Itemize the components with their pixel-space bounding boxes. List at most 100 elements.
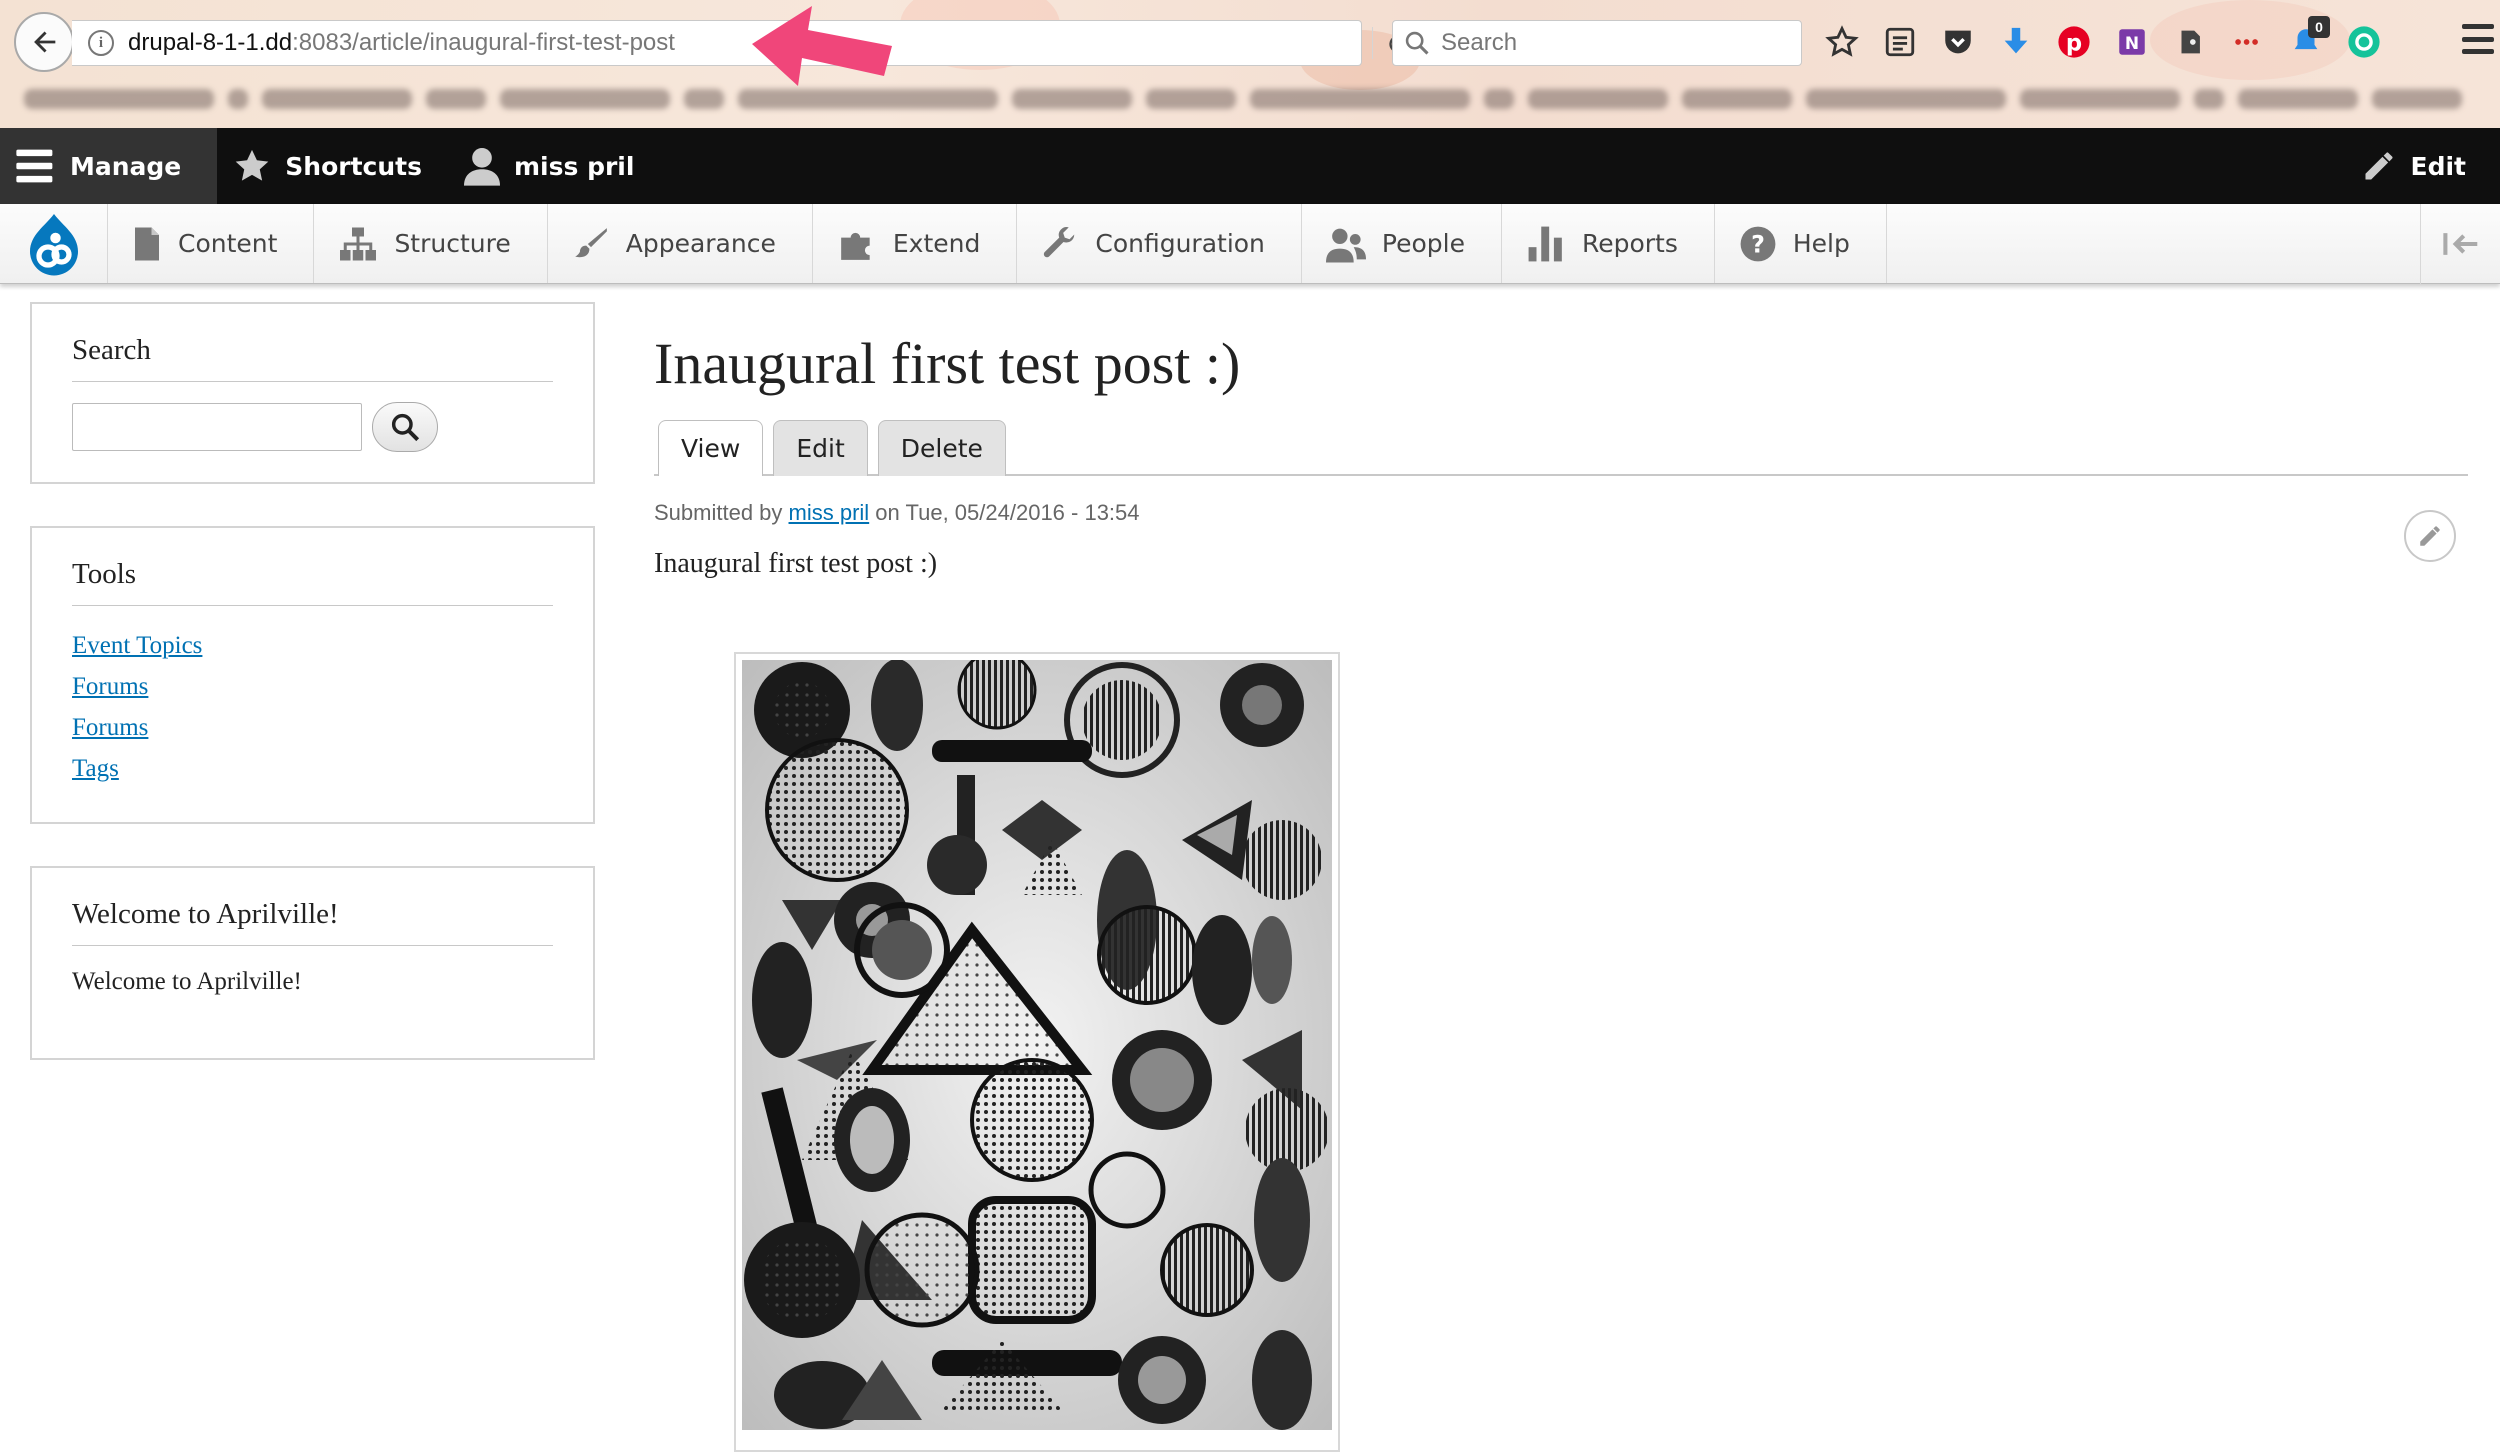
welcome-block-body: Welcome to Aprilville! bbox=[72, 968, 302, 995]
annotation-arrow-icon bbox=[752, 6, 892, 86]
browser-search-bar[interactable] bbox=[1392, 20, 1802, 66]
tools-link-tags[interactable]: Tags bbox=[72, 755, 119, 782]
search-icon bbox=[1405, 31, 1429, 55]
tray-item-content[interactable]: Content bbox=[108, 204, 315, 283]
tab-delete[interactable]: Delete bbox=[877, 420, 1006, 476]
tray-item-reports[interactable]: Reports bbox=[1502, 204, 1715, 283]
submitted-date: on Tue, 05/24/2016 - 13:54 bbox=[869, 500, 1140, 525]
pinterest-icon[interactable]: p bbox=[2054, 22, 2094, 62]
list-item: Forums bbox=[72, 673, 553, 714]
tools-block: Tools Event Topics Forums Forums Tags bbox=[30, 526, 595, 824]
onenote-icon[interactable]: N bbox=[2112, 22, 2152, 62]
drupal-drop-icon bbox=[29, 213, 78, 275]
download-icon[interactable] bbox=[1996, 22, 2036, 62]
grammarly-icon[interactable] bbox=[2344, 22, 2384, 62]
tray-item-help[interactable]: ? Help bbox=[1715, 204, 1887, 283]
tools-menu: Event Topics Forums Forums Tags bbox=[72, 632, 553, 796]
search-submit-button[interactable] bbox=[372, 402, 438, 452]
back-button[interactable] bbox=[14, 12, 74, 72]
tray-item-label: People bbox=[1381, 229, 1465, 258]
browser-toolbar: i drupal-8-1-1.dd:8083/article/inaugural… bbox=[0, 0, 2500, 128]
shortcuts-tab[interactable]: Shortcuts bbox=[217, 128, 448, 204]
tray-item-extend[interactable]: Extend bbox=[813, 204, 1018, 283]
edit-mode-button[interactable]: Edit bbox=[2345, 128, 2500, 204]
people-icon bbox=[1325, 228, 1366, 262]
svg-text:p: p bbox=[2066, 31, 2082, 57]
svg-text:?: ? bbox=[1751, 230, 1765, 258]
active-tab-gap bbox=[659, 474, 757, 476]
url-text[interactable]: drupal-8-1-1.dd:8083/article/inaugural-f… bbox=[128, 29, 675, 57]
wrench-icon bbox=[1044, 226, 1075, 257]
tray-item-label: Reports bbox=[1581, 229, 1678, 258]
browser-menu-icon[interactable] bbox=[2462, 24, 2494, 54]
submitted-info: Submitted by miss pril on Tue, 05/24/201… bbox=[654, 500, 1140, 526]
list-item: Event Topics bbox=[72, 632, 553, 673]
url-path: :8083/article/inaugural-first-test-post bbox=[292, 29, 675, 56]
pencil-icon bbox=[2420, 526, 2440, 546]
article-image-diatoms[interactable] bbox=[742, 660, 1332, 1430]
lastpass-icon[interactable] bbox=[2228, 22, 2268, 62]
search-block: Search bbox=[30, 302, 595, 484]
sidebar-search-input[interactable] bbox=[72, 403, 362, 451]
page-title: Inaugural first test post :) bbox=[654, 331, 1241, 396]
browser-search-input[interactable] bbox=[1441, 23, 1781, 63]
contextual-edit-button[interactable] bbox=[2404, 510, 2456, 562]
bookmark-star-icon[interactable] bbox=[1822, 22, 1862, 62]
tray-item-label: Content bbox=[178, 229, 278, 258]
info-icon[interactable]: i bbox=[88, 30, 114, 56]
address-bar[interactable]: i drupal-8-1-1.dd:8083/article/inaugural… bbox=[72, 20, 1407, 66]
tray-item-label: Extend bbox=[892, 229, 981, 258]
bar-chart-icon bbox=[1528, 226, 1562, 261]
pocket-icon[interactable] bbox=[1938, 22, 1978, 62]
tray-item-label: Configuration bbox=[1095, 229, 1265, 258]
tools-link-forums-2[interactable]: Forums bbox=[72, 714, 148, 741]
tray-item-label: Appearance bbox=[625, 229, 776, 258]
drupal-logo[interactable] bbox=[0, 204, 108, 283]
user-label: miss pril bbox=[514, 151, 635, 181]
tab-edit[interactable]: Edit bbox=[773, 420, 868, 476]
tray-item-people[interactable]: People bbox=[1302, 204, 1502, 283]
shortcuts-label: Shortcuts bbox=[285, 151, 422, 181]
tray-item-appearance[interactable]: Appearance bbox=[548, 204, 813, 283]
list-item: Tags bbox=[72, 755, 553, 796]
file-icon bbox=[135, 227, 159, 260]
url-divider bbox=[1372, 27, 1373, 59]
tools-block-title: Tools bbox=[72, 528, 553, 606]
notification-badge: 0 bbox=[2308, 16, 2330, 38]
url-host: drupal-8-1-1.dd bbox=[128, 29, 293, 56]
welcome-block: Welcome to Aprilville! Welcome to Aprilv… bbox=[30, 866, 595, 1060]
manage-label: Manage bbox=[70, 151, 182, 181]
notification-icon[interactable]: 0 bbox=[2286, 16, 2330, 62]
pencil-icon bbox=[2365, 152, 2392, 180]
admin-toolbar: Manage Shortcuts miss pril Edit bbox=[0, 128, 2500, 204]
author-link[interactable]: miss pril bbox=[789, 500, 870, 525]
bookmarks-bar bbox=[0, 76, 2500, 122]
tray-item-label: Help bbox=[1792, 229, 1850, 258]
collapse-left-icon bbox=[2442, 233, 2477, 255]
tray-item-label: Structure bbox=[394, 229, 511, 258]
sitemap-icon bbox=[340, 227, 377, 260]
arrow-left-icon bbox=[34, 31, 56, 53]
help-icon: ? bbox=[1740, 226, 1776, 261]
tray-item-structure[interactable]: Structure bbox=[314, 204, 548, 283]
diatoms-illustration bbox=[742, 660, 1332, 1430]
tray-orientation-toggle[interactable] bbox=[2420, 204, 2500, 284]
tools-link-forums[interactable]: Forums bbox=[72, 673, 148, 700]
browser-extension-icons: p N 0 bbox=[1822, 16, 2384, 68]
puzzle-icon bbox=[841, 232, 870, 260]
user-tab[interactable]: miss pril bbox=[448, 128, 660, 204]
svg-text:N: N bbox=[2125, 34, 2139, 54]
list-item: Forums bbox=[72, 714, 553, 755]
tab-view[interactable]: View bbox=[658, 420, 764, 476]
manage-tab[interactable]: Manage bbox=[0, 128, 218, 204]
evernote-icon[interactable] bbox=[2170, 22, 2210, 62]
admin-tray: Content Structure Appearance Extend Conf… bbox=[0, 204, 2500, 284]
local-tasks-tabs: View Edit Delete bbox=[658, 420, 1006, 476]
reading-list-icon[interactable] bbox=[1880, 22, 1920, 62]
tools-link-event-topics[interactable]: Event Topics bbox=[72, 632, 202, 659]
submitted-prefix: Submitted by bbox=[654, 500, 789, 525]
search-icon bbox=[391, 413, 420, 442]
paintbrush-icon bbox=[574, 227, 607, 257]
user-icon bbox=[464, 148, 500, 186]
tray-item-configuration[interactable]: Configuration bbox=[1017, 204, 1302, 283]
